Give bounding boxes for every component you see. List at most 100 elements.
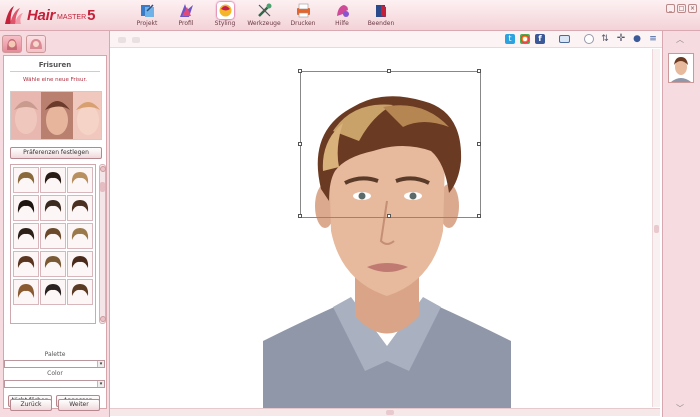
help-icon — [336, 5, 349, 17]
resize-handle[interactable] — [387, 214, 391, 218]
menu-icon[interactable]: ≡ — [648, 34, 658, 44]
logo-version-number: 5 — [87, 6, 96, 24]
hairstyle-thumb[interactable] — [40, 167, 66, 193]
next-button[interactable]: Weiter — [58, 399, 100, 411]
resize-handle[interactable] — [298, 69, 302, 73]
scroll-down-button[interactable] — [100, 316, 106, 322]
toolbar-werkzeuge-button[interactable]: Werkzeuge — [244, 2, 284, 29]
chevron-up-icon[interactable]: ︿ — [676, 34, 684, 45]
toolbar-projekt-label: Projekt — [136, 20, 158, 27]
redo-icon[interactable] — [132, 37, 140, 43]
resize-handle[interactable] — [477, 214, 481, 218]
color-label: Color — [47, 370, 63, 377]
hairstyles-section: Frisuren Wähle eine neue Frisur. Präfere… — [3, 55, 107, 409]
styling-icon — [216, 2, 234, 19]
main-toolbar: Hair MASTER 5 Projekt Profil Styling Wer… — [0, 0, 700, 31]
hairstyle-thumb[interactable] — [67, 167, 93, 193]
resize-handle[interactable] — [298, 142, 302, 146]
logo-main-text: Hair — [27, 6, 55, 24]
zoom-icon[interactable]: ● — [632, 34, 642, 44]
section-divider — [10, 71, 100, 72]
scroll-up-button[interactable] — [100, 166, 106, 172]
hairstyle-thumb[interactable] — [67, 223, 93, 249]
hairstyle-image — [17, 172, 35, 184]
section-hint: Wähle eine neue Frisur. — [22, 77, 88, 83]
app-logo: Hair MASTER 5 — [2, 3, 96, 27]
preferences-button[interactable]: Präferenzen festlegen — [10, 147, 102, 159]
hairstyle-thumb[interactable] — [67, 279, 93, 305]
rotate-icon[interactable]: ⇅ — [600, 34, 610, 44]
resize-handle[interactable] — [387, 69, 391, 73]
share-icon[interactable] — [520, 34, 530, 44]
undo-icon[interactable] — [118, 37, 126, 43]
hairstyle-thumb[interactable] — [13, 195, 39, 221]
move-icon[interactable]: ✛ — [616, 34, 626, 44]
section-title: Frisuren — [38, 61, 72, 69]
hairstyle-thumb[interactable] — [67, 251, 93, 277]
face-preview-strip[interactable] — [10, 91, 102, 140]
logo-icon — [5, 6, 23, 24]
hairstyle-tab-icon — [7, 39, 17, 50]
hairstyle-thumb[interactable] — [40, 195, 66, 221]
toolbar-hilfe-button[interactable]: Hilfe — [322, 2, 362, 29]
minimize-button[interactable]: _ — [666, 4, 675, 13]
facebook-icon[interactable]: f — [535, 34, 545, 44]
hairstyle-grid — [10, 164, 96, 324]
resize-handle[interactable] — [477, 142, 481, 146]
color-tab-icon — [30, 39, 42, 49]
project-icon — [140, 4, 154, 17]
toolbar-hilfe-label: Hilfe — [335, 20, 349, 27]
canvas-vertical-scrollbar[interactable] — [652, 49, 660, 407]
thumbnail-image — [669, 54, 693, 82]
toolbar-drucken-button[interactable]: Drucken — [283, 2, 323, 29]
compare-icon[interactable] — [559, 35, 570, 43]
profile-icon — [179, 4, 193, 17]
tools-icon — [257, 3, 271, 17]
back-button[interactable]: Zurück — [10, 399, 52, 411]
twitter-icon[interactable]: t — [505, 34, 515, 44]
hairstyle-image — [44, 228, 62, 240]
hairstyle-image — [17, 200, 35, 213]
hairstyle-image — [44, 256, 62, 268]
color-dropdown[interactable]: ▾ — [4, 380, 105, 388]
hairstyle-grid-scrollbar[interactable] — [99, 164, 106, 324]
toolbar-profil-label: Profil — [178, 20, 194, 27]
palette-dropdown[interactable]: ▾ — [4, 360, 105, 368]
toolbar-projekt-button[interactable]: Projekt — [127, 2, 167, 29]
canvas-horizontal-scrollbar[interactable] — [110, 408, 660, 416]
close-button[interactable]: × — [688, 4, 697, 13]
hairstyle-image — [44, 200, 62, 212]
hairstyle-thumb[interactable] — [13, 251, 39, 277]
scroll-thumb[interactable] — [654, 225, 659, 233]
mirror-icon[interactable] — [584, 34, 594, 44]
scroll-thumb[interactable] — [386, 410, 394, 415]
hairstyle-image — [44, 284, 62, 296]
toolbar-profil-button[interactable]: Profil — [166, 2, 206, 29]
tab-colors[interactable] — [26, 35, 46, 53]
hairstyle-image — [17, 256, 35, 268]
resize-handle[interactable] — [298, 214, 302, 218]
project-thumbnail[interactable] — [668, 53, 694, 83]
hairstyle-thumb[interactable] — [40, 279, 66, 305]
toolbar-styling-button[interactable]: Styling — [205, 2, 245, 29]
hairstyle-image — [17, 228, 35, 240]
logo-sub-text: MASTER — [56, 14, 87, 21]
toolbar-styling-label: Styling — [214, 20, 236, 27]
hairstyle-thumb[interactable] — [40, 223, 66, 249]
tab-hairstyles[interactable] — [2, 35, 22, 53]
chevron-down-icon: ▾ — [97, 361, 104, 367]
hairstyle-bounding-box[interactable] — [298, 69, 481, 218]
hairstyle-thumb[interactable] — [13, 167, 39, 193]
scroll-thumb[interactable] — [100, 182, 105, 192]
toolbar-drucken-label: Drucken — [290, 20, 316, 27]
palette-label: Palette — [44, 351, 66, 358]
hairstyle-image — [71, 256, 89, 268]
toolbar-beenden-button[interactable]: Beenden — [361, 2, 401, 29]
chevron-down-icon[interactable]: ﹀ — [676, 403, 684, 414]
hairstyle-thumb[interactable] — [13, 279, 39, 305]
maximize-button[interactable]: □ — [677, 4, 686, 13]
hairstyle-thumb[interactable] — [67, 195, 93, 221]
hairstyle-thumb[interactable] — [13, 223, 39, 249]
hairstyle-thumb[interactable] — [40, 251, 66, 277]
resize-handle[interactable] — [477, 69, 481, 73]
